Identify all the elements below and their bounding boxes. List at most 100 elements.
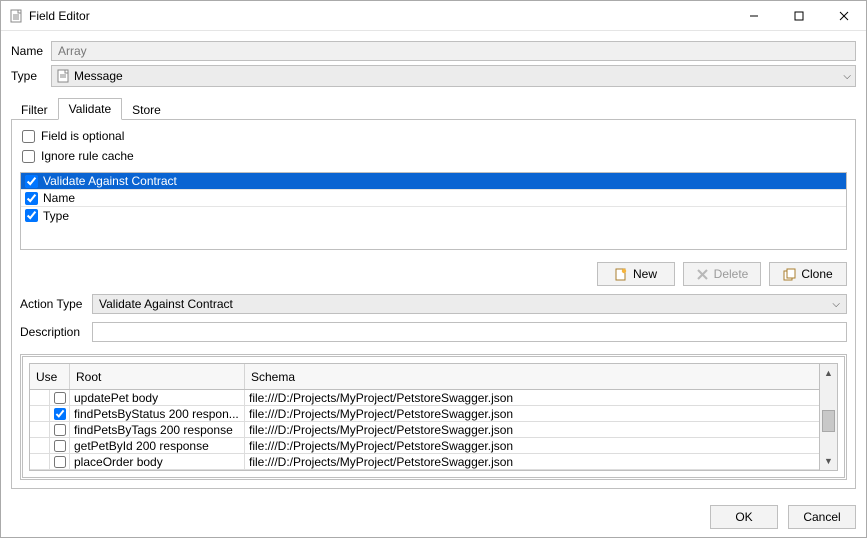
vertical-scrollbar[interactable]: ▲ ▼: [820, 363, 838, 471]
use-cell: [30, 454, 70, 469]
name-input[interactable]: [51, 41, 856, 61]
col-root[interactable]: Root: [70, 364, 245, 389]
use-checkbox[interactable]: [54, 456, 66, 468]
rule-checkbox-cell: [21, 192, 41, 205]
ignore-cache-checkbox[interactable]: Ignore rule cache: [20, 148, 847, 164]
minimize-button[interactable]: [731, 1, 776, 30]
use-cell: [30, 422, 70, 437]
document-icon: [9, 9, 23, 23]
ignore-cache-label: Ignore rule cache: [41, 149, 134, 163]
use-left[interactable]: [30, 438, 50, 453]
new-button[interactable]: New: [597, 262, 675, 286]
scroll-up-icon[interactable]: ▲: [820, 364, 837, 382]
tab-store-label: Store: [132, 103, 161, 117]
close-button[interactable]: [821, 1, 866, 30]
field-editor-window: Field Editor Name Type: [0, 0, 867, 538]
window-controls: [731, 1, 866, 30]
table-row[interactable]: updatePet bodyfile:///D:/Projects/MyProj…: [30, 390, 819, 406]
ignore-cache-input[interactable]: [22, 150, 35, 163]
rule-checkbox[interactable]: [25, 175, 38, 188]
use-checkbox[interactable]: [54, 424, 66, 436]
titlebar: Field Editor: [1, 1, 866, 31]
rule-label: Validate Against Contract: [41, 174, 846, 188]
root-cell: placeOrder body: [70, 454, 245, 469]
table-row[interactable]: findPetsByTags 200 responsefile:///D:/Pr…: [30, 422, 819, 438]
use-checkbox-cell[interactable]: [50, 422, 69, 437]
rule-row[interactable]: Type: [21, 207, 846, 224]
cancel-button[interactable]: Cancel: [788, 505, 856, 529]
field-optional-label: Field is optional: [41, 129, 124, 143]
contract-grid-header: Use Root Schema: [30, 364, 819, 390]
delete-button[interactable]: Delete: [683, 262, 761, 286]
use-checkbox[interactable]: [54, 392, 66, 404]
tab-filter[interactable]: Filter: [11, 100, 58, 120]
scroll-thumb[interactable]: [822, 410, 835, 432]
col-use[interactable]: Use: [30, 364, 70, 389]
window-title: Field Editor: [29, 9, 90, 23]
use-checkbox[interactable]: [54, 408, 66, 420]
use-cell: [30, 406, 70, 421]
table-row[interactable]: findPetsByStatus 200 respon...file:///D:…: [30, 406, 819, 422]
scroll-track[interactable]: [820, 382, 837, 452]
use-checkbox-cell[interactable]: [50, 454, 69, 469]
table-row[interactable]: placeOrder bodyfile:///D:/Projects/MyPro…: [30, 454, 819, 470]
action-type-row: Action Type Validate Against Contract ⌵: [20, 294, 847, 314]
use-checkbox[interactable]: [54, 440, 66, 452]
chevron-down-icon: ⌵: [843, 71, 851, 82]
ok-button[interactable]: OK: [710, 505, 778, 529]
field-optional-input[interactable]: [22, 130, 35, 143]
rule-label: Type: [41, 209, 846, 223]
root-cell: findPetsByTags 200 response: [70, 422, 245, 437]
tab-store[interactable]: Store: [122, 100, 171, 120]
cancel-button-label: Cancel: [803, 510, 840, 524]
tab-strip: Filter Validate Store: [11, 97, 856, 119]
use-checkbox-cell[interactable]: [50, 406, 69, 421]
type-select[interactable]: Message ⌵: [51, 65, 856, 87]
use-cell: [30, 390, 70, 405]
rule-checkbox[interactable]: [25, 192, 38, 205]
ok-button-label: OK: [735, 510, 752, 524]
scroll-down-icon[interactable]: ▼: [820, 452, 837, 470]
root-cell: getPetById 200 response: [70, 438, 245, 453]
schema-cell: file:///D:/Projects/MyProject/PetstoreSw…: [245, 454, 819, 469]
action-type-select[interactable]: Validate Against Contract ⌵: [92, 294, 847, 314]
contract-grid[interactable]: Use Root Schema updatePet bodyfile:///D:…: [29, 363, 820, 471]
use-checkbox-cell[interactable]: [50, 390, 69, 405]
maximize-button[interactable]: [776, 1, 821, 30]
use-left[interactable]: [30, 422, 50, 437]
name-label: Name: [11, 44, 45, 58]
use-left[interactable]: [30, 406, 50, 421]
col-schema[interactable]: Schema: [245, 364, 819, 389]
rule-label: Name: [41, 191, 846, 205]
use-left[interactable]: [30, 390, 50, 405]
col-schema-label: Schema: [251, 370, 295, 384]
clone-icon: [783, 268, 796, 281]
tab-validate[interactable]: Validate: [58, 98, 122, 120]
use-cell: [30, 438, 70, 453]
validate-panel: Field is optional Ignore rule cache Vali…: [11, 119, 856, 489]
table-row[interactable]: getPetById 200 responsefile:///D:/Projec…: [30, 438, 819, 454]
dialog-body: Name Type Message ⌵: [1, 31, 866, 497]
description-label: Description: [20, 325, 86, 339]
schema-cell: file:///D:/Projects/MyProject/PetstoreSw…: [245, 390, 819, 405]
rule-row[interactable]: Name: [21, 190, 846, 207]
schema-cell: file:///D:/Projects/MyProject/PetstoreSw…: [245, 422, 819, 437]
action-type-value: Validate Against Contract: [99, 297, 233, 311]
rule-checkbox[interactable]: [25, 209, 38, 222]
type-label: Type: [11, 69, 45, 83]
use-checkbox-cell[interactable]: [50, 438, 69, 453]
description-row: Description: [20, 322, 847, 342]
tabs-container: Filter Validate Store Field is optional …: [11, 97, 856, 489]
clone-button[interactable]: Clone: [769, 262, 847, 286]
rule-row[interactable]: Validate Against Contract: [21, 173, 846, 190]
contract-grid-body: updatePet bodyfile:///D:/Projects/MyProj…: [30, 390, 819, 470]
name-row: Name: [11, 41, 856, 61]
rule-list[interactable]: Validate Against Contract Name Type: [20, 172, 847, 250]
field-optional-checkbox[interactable]: Field is optional: [20, 128, 847, 144]
use-left[interactable]: [30, 454, 50, 469]
schema-cell: file:///D:/Projects/MyProject/PetstoreSw…: [245, 438, 819, 453]
description-input[interactable]: [92, 322, 847, 342]
new-icon: [615, 268, 628, 281]
dialog-footer: OK Cancel: [1, 497, 866, 537]
message-icon: [56, 69, 70, 83]
